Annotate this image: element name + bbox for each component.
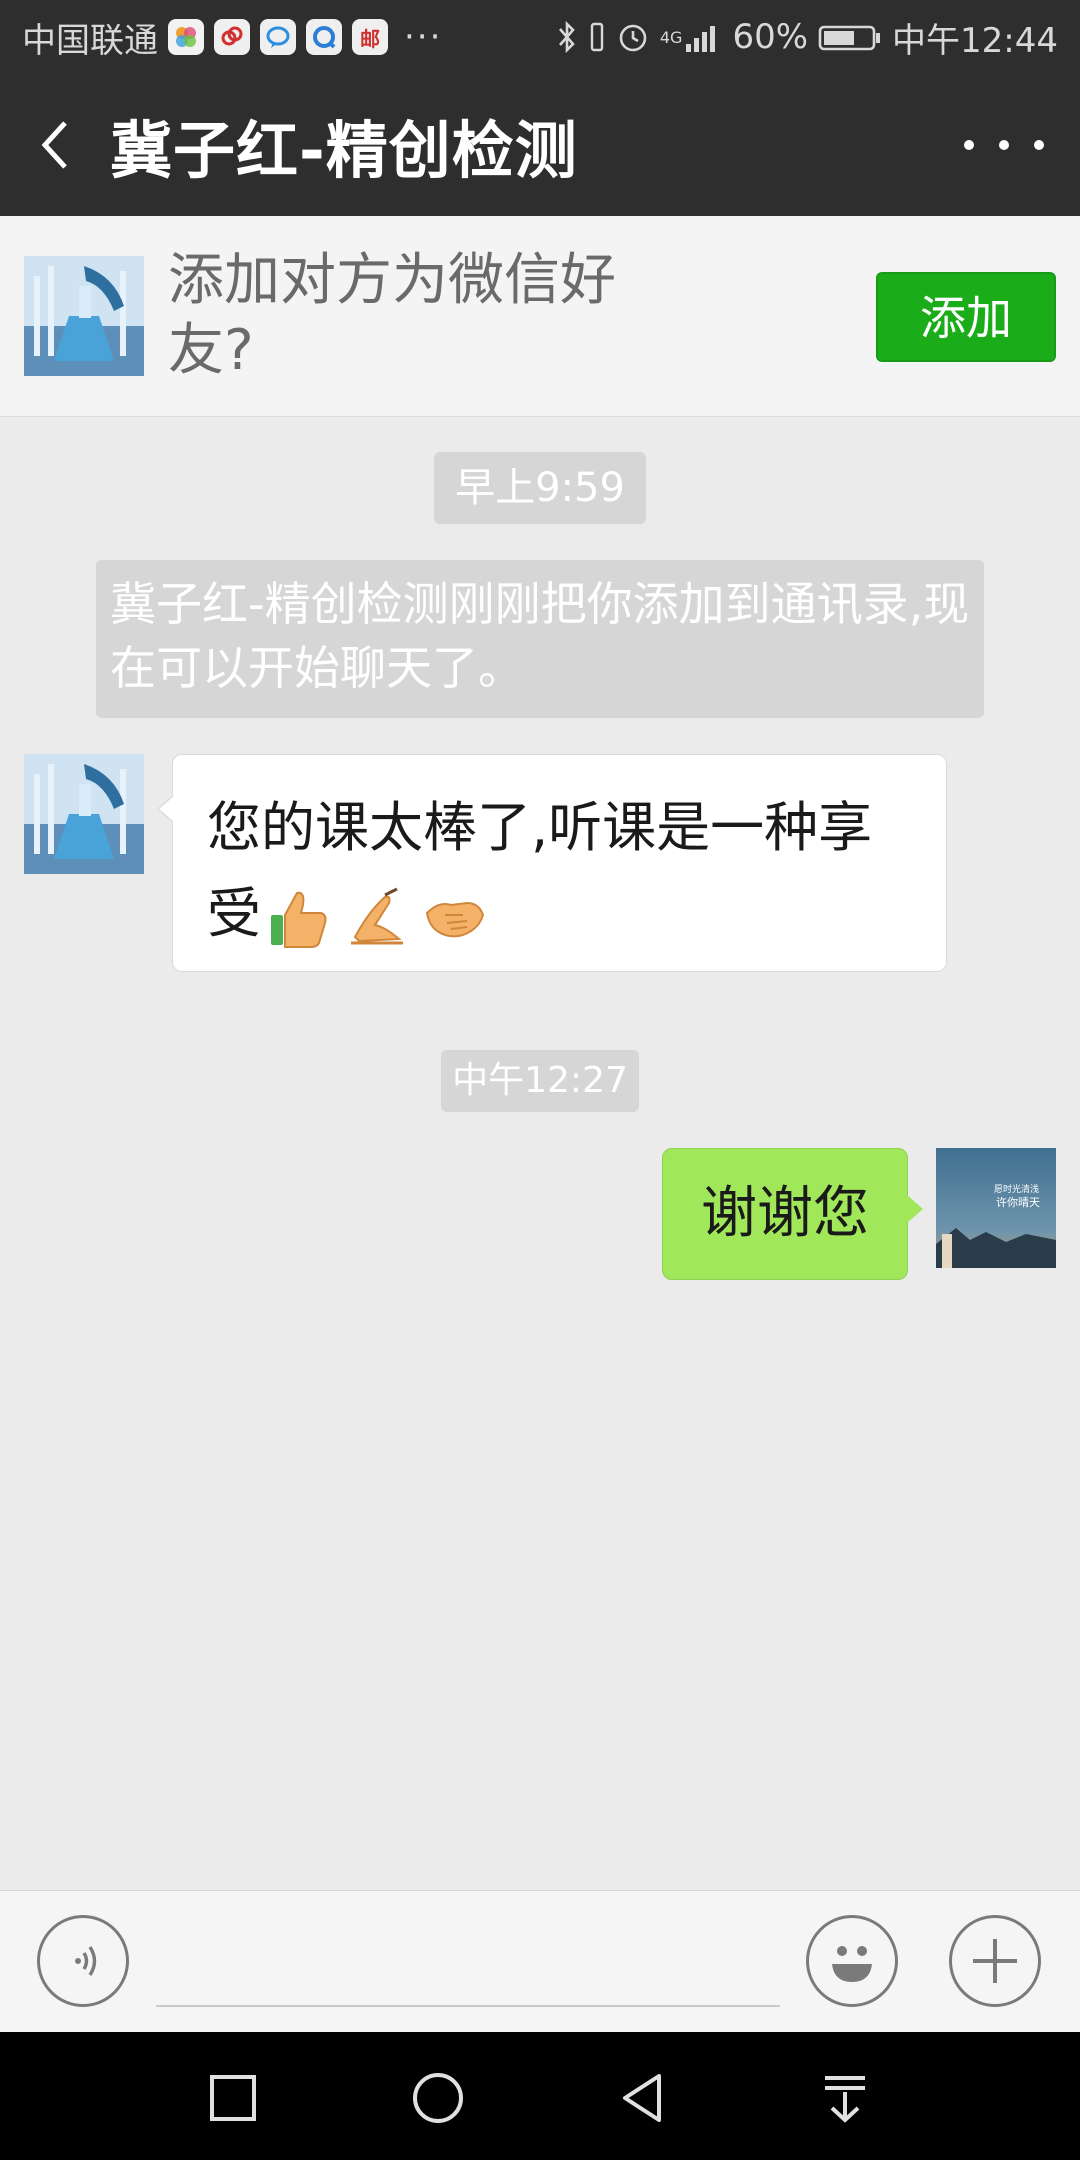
self-avatar[interactable]: 愿时光清浅 许你晴天	[936, 1148, 1056, 1268]
smiley-face-icon	[832, 1946, 872, 1982]
photos-icon	[168, 19, 204, 55]
network-type: 4G	[659, 27, 683, 47]
battery-icon	[818, 20, 882, 54]
outgoing-message-bubble[interactable]: 谢谢您	[662, 1148, 923, 1280]
system-navigation-bar	[0, 2032, 1080, 2160]
back-nav-button[interactable]	[612, 2068, 672, 2128]
timestamp: 中午12:27	[441, 1050, 639, 1112]
square-icon	[210, 2075, 256, 2121]
message-input-bar	[0, 1890, 1080, 2033]
pen-writing-icon	[351, 888, 403, 945]
more-options-button[interactable]	[964, 124, 1044, 166]
dot-icon	[964, 140, 974, 150]
more-notifications-icon: ···	[404, 17, 443, 57]
add-friend-button[interactable]: 添加	[876, 272, 1056, 362]
status-bar: 中国联通 邮 ··· 4G 60% 中午12:44	[0, 0, 1080, 74]
chevron-left-icon	[41, 121, 67, 169]
clock: 中午12:44	[892, 20, 1058, 61]
battery-percent: 60%	[732, 17, 809, 57]
more-functions-button[interactable]	[949, 1915, 1041, 2007]
add-friend-banner: 添加对方为微信好友? 添加	[0, 216, 1080, 417]
signal-icon: 4G	[660, 20, 723, 54]
timestamp: 早上9:59	[434, 452, 646, 524]
circle-icon	[413, 2073, 463, 2123]
status-bar-right: 4G 60% 中午12:44	[556, 13, 1058, 62]
message-text-input[interactable]	[156, 2005, 780, 2007]
dot-icon	[999, 140, 1009, 150]
triangle-back-icon	[623, 2074, 661, 2122]
emoji-button[interactable]	[806, 1915, 898, 2007]
back-button[interactable]	[0, 74, 110, 216]
vibrate-icon	[588, 20, 606, 54]
thumbs-up-icon	[271, 892, 327, 949]
carrier-name: 中国联通	[22, 20, 158, 61]
avatar-caption-line-2: 许你晴天	[996, 1196, 1040, 1209]
chat-app-icon	[260, 19, 296, 55]
dot-icon	[1034, 140, 1044, 150]
add-friend-prompt: 添加对方为微信好友?	[168, 248, 616, 383]
chat-title: 冀子红-精创检测	[110, 114, 578, 187]
voice-input-button[interactable]	[37, 1915, 129, 2007]
emoji-row	[267, 885, 487, 949]
voice-icon	[75, 1946, 97, 1976]
recent-apps-button[interactable]	[203, 2068, 263, 2128]
link-app-icon	[214, 19, 250, 55]
browser-app-icon	[306, 19, 342, 55]
mail-app-icon: 邮	[352, 19, 388, 55]
home-button[interactable]	[408, 2068, 468, 2128]
avatar-caption-line-1: 愿时光清浅	[994, 1183, 1039, 1195]
contact-avatar[interactable]	[24, 256, 144, 376]
plus-icon	[973, 1939, 1017, 1983]
notification-shade-button[interactable]	[815, 2068, 875, 2128]
bluetooth-icon	[556, 20, 578, 54]
alarm-icon	[616, 20, 650, 54]
incoming-message-bubble[interactable]: 您的课太棒了,听课是一种享受	[157, 754, 947, 972]
contact-avatar[interactable]	[24, 754, 144, 874]
system-message: 冀子红-精创检测刚刚把你添加到通讯录,现在可以开始聊天了。	[96, 560, 984, 718]
status-bar-left: 中国联通 邮 ···	[22, 13, 442, 62]
pull-down-icon	[825, 2076, 865, 2123]
chat-header: 冀子红-精创检测	[0, 74, 1080, 216]
handshake-icon	[425, 902, 485, 938]
